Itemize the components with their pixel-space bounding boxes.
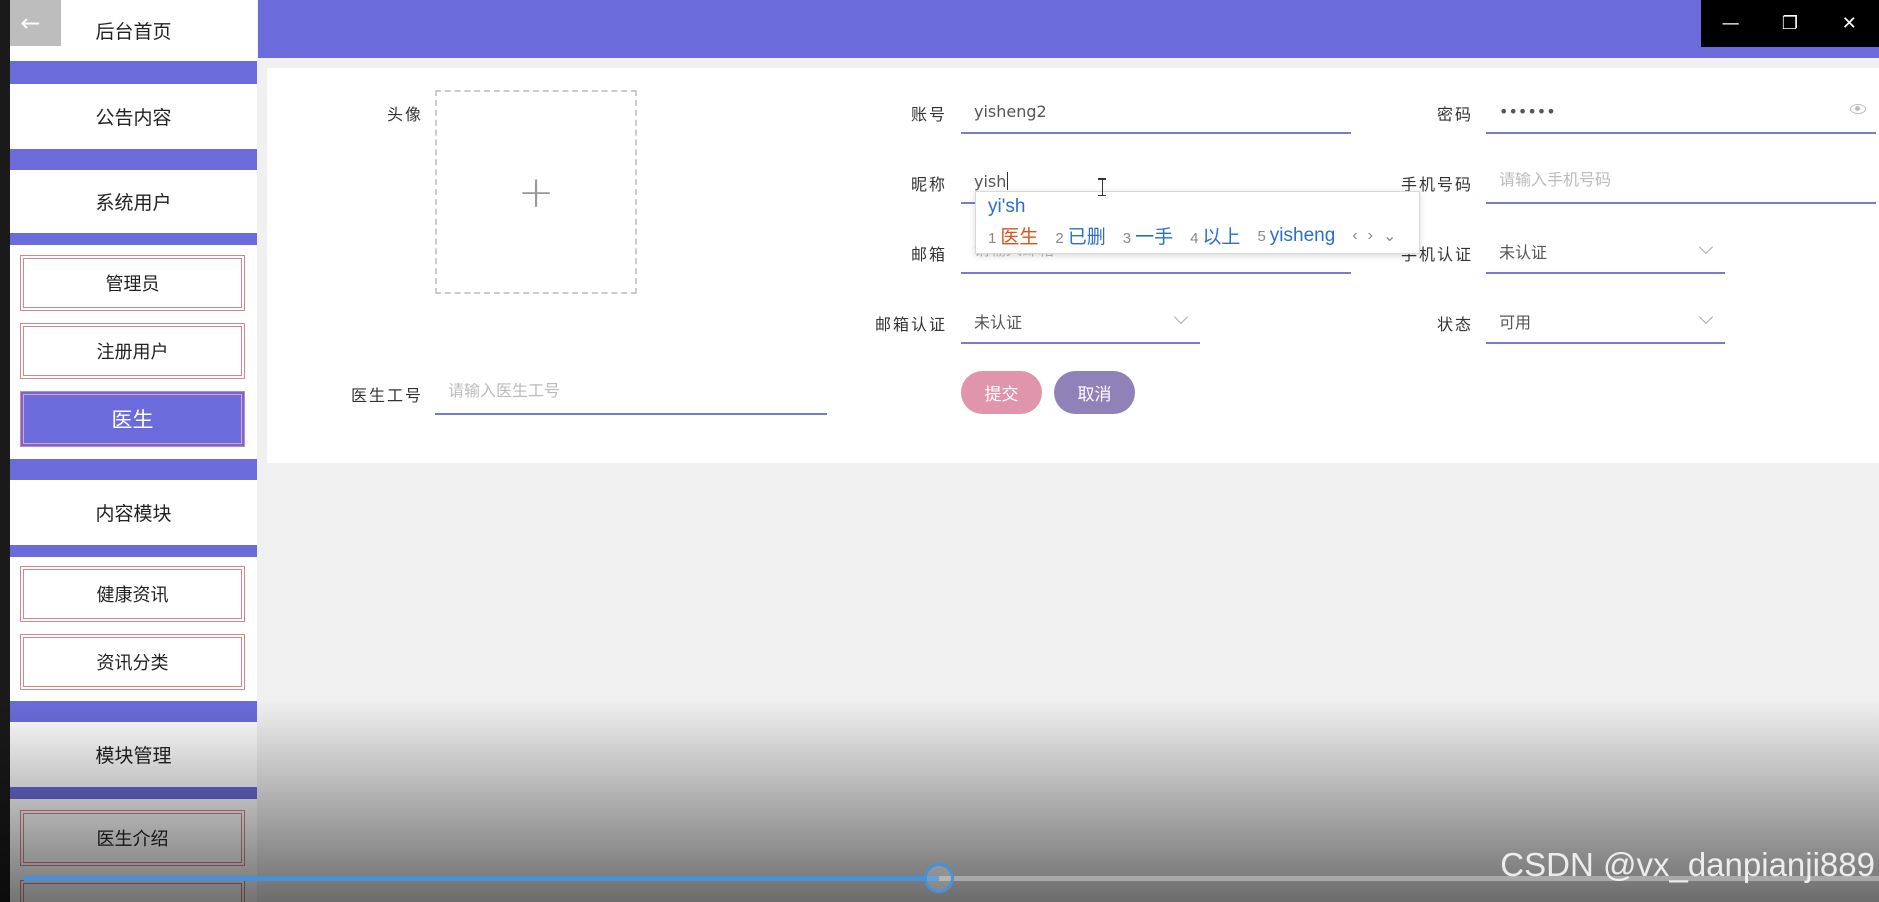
email-verify-label: 邮箱认证	[874, 315, 947, 334]
nickname-value: yish	[974, 171, 1007, 191]
sidebar-item-doctor[interactable]: 医生	[20, 391, 245, 447]
video-progress-knob[interactable]	[923, 863, 954, 893]
email-verify-select[interactable]: 未认证	[961, 300, 1200, 344]
email-label: 邮箱	[910, 245, 947, 264]
menu-content-module[interactable]: 内容模块	[10, 480, 257, 545]
cancel-button[interactable]: 取消	[1054, 371, 1135, 414]
ime-next-icon[interactable]: ›	[1368, 227, 1373, 245]
video-progress-fill	[24, 876, 939, 881]
avatar-upload[interactable]: +	[435, 90, 637, 294]
password-label: 密码	[1436, 105, 1473, 124]
doctor-id-input[interactable]	[448, 383, 827, 401]
submit-button[interactable]: 提交	[961, 371, 1042, 414]
status-select[interactable]: 可用	[1486, 300, 1725, 344]
sidebar-item-label: 医生介绍	[96, 829, 169, 850]
sidebar-item-doctor-intro[interactable]: 医生介绍	[20, 810, 245, 866]
ime-candidate[interactable]: 4 以上	[1190, 222, 1240, 249]
sidebar-item-label: 医生	[111, 408, 154, 432]
doctor-id-label: 医生工号	[350, 386, 423, 405]
text-caret	[1007, 172, 1009, 190]
password-input[interactable]: ••••••	[1486, 90, 1876, 134]
menu-announcements[interactable]: 公告内容	[10, 84, 257, 149]
sidebar-item-registered-users[interactable]: 注册用户	[20, 323, 245, 379]
chevron-down-icon	[1173, 309, 1189, 325]
phone-field[interactable]	[1486, 160, 1876, 204]
watermark: CSDN @vx_danpianji889	[1500, 846, 1875, 883]
doctor-form-panel: 头像 + 账号 yisheng2 密码 •••••• 昵称 yish 手机号码 …	[267, 68, 1879, 463]
ime-prev-icon[interactable]: ‹	[1352, 227, 1357, 245]
doctor-id-field[interactable]	[435, 371, 827, 415]
top-header	[258, 0, 1879, 58]
minimize-icon[interactable]: —	[1701, 0, 1760, 47]
account-label: 账号	[910, 105, 947, 124]
email-verify-value: 未认证	[974, 313, 1023, 332]
phone-verify-select[interactable]: 未认证	[1486, 230, 1725, 274]
close-icon[interactable]: ✕	[1820, 0, 1879, 47]
phone-verify-value: 未认证	[1499, 243, 1548, 262]
ime-candidate[interactable]: 5 yisheng	[1257, 225, 1335, 247]
ime-candidate[interactable]: 1 医生	[988, 222, 1038, 249]
account-value: yisheng2	[974, 101, 1047, 121]
plus-icon: +	[517, 166, 555, 218]
chevron-down-icon	[1698, 309, 1714, 325]
password-value: ••••••	[1499, 101, 1556, 121]
menu-module-management[interactable]: 模块管理	[10, 722, 257, 787]
sidebar-item-news-category[interactable]: 资讯分类	[20, 634, 245, 690]
avatar-label: 头像	[386, 105, 423, 124]
chevron-down-icon	[1698, 239, 1714, 255]
sidebar-item-label: 资讯分类	[96, 653, 169, 674]
ime-expand-icon[interactable]: ⌄	[1383, 226, 1396, 246]
sidebar-item-health-news[interactable]: 健康资讯	[20, 566, 245, 622]
status-value: 可用	[1499, 313, 1532, 332]
sidebar: ← 后台首页 公告内容 系统用户 管理员 注册用户 医生 内容模块 健康资讯 资…	[10, 0, 257, 902]
back-icon[interactable]: ←	[10, 0, 61, 46]
ime-candidate[interactable]: 3 一手	[1123, 222, 1173, 249]
sidebar-item-admin[interactable]: 管理员	[20, 255, 245, 311]
restore-icon[interactable]: ❐	[1760, 0, 1819, 47]
menu-system-users[interactable]: 系统用户	[10, 170, 257, 233]
ime-candidate-list: 1 医生 2 已删 3 一手 4 以上 5 yisheng ‹ › ⌄	[988, 222, 1406, 249]
ime-composition: yi'sh	[988, 196, 1026, 217]
ime-candidate[interactable]: 2 已删	[1055, 222, 1105, 249]
window-controls: — ❐ ✕	[1701, 0, 1879, 47]
eye-icon[interactable]	[1850, 104, 1866, 114]
sidebar-item-label: 健康资讯	[96, 585, 169, 606]
account-input[interactable]: yisheng2	[961, 90, 1351, 134]
nickname-label: 昵称	[910, 175, 947, 194]
phone-input[interactable]	[1499, 172, 1876, 190]
sidebar-item-label: 注册用户	[96, 342, 169, 363]
ime-candidate-window: yi'sh 1 医生 2 已删 3 一手 4 以上 5 yisheng ‹ › ⌄	[975, 191, 1420, 254]
admin-app: ← 后台首页 公告内容 系统用户 管理员 注册用户 医生 内容模块 健康资讯 资…	[10, 0, 1879, 902]
ibeam-cursor-icon	[1098, 178, 1106, 196]
sidebar-item-next[interactable]	[20, 880, 245, 902]
status-label: 状态	[1436, 315, 1473, 334]
sidebar-item-label: 管理员	[105, 274, 160, 295]
